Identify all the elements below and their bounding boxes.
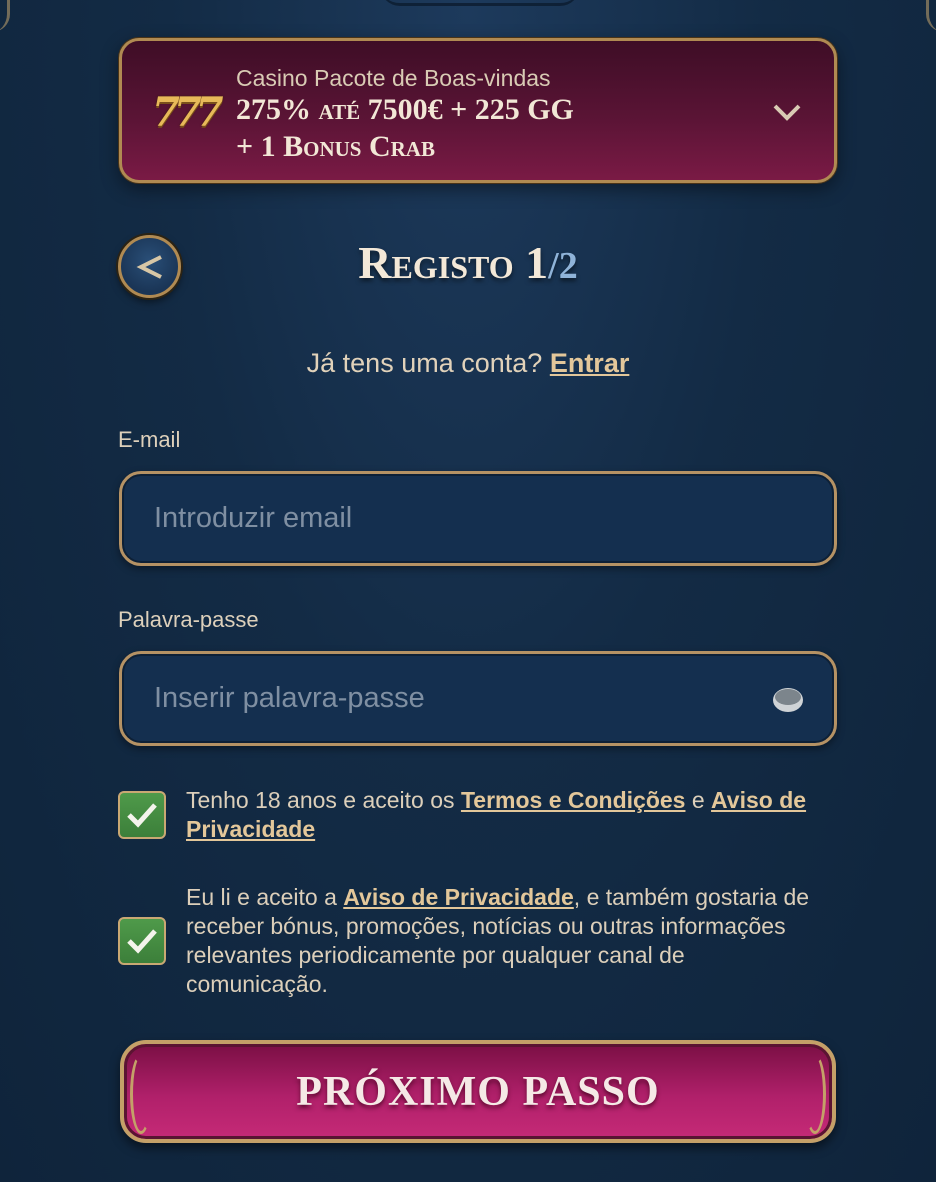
terms-link[interactable]: Termos e Condições	[461, 787, 686, 813]
login-prompt-text: Já tens uma conta?	[306, 348, 543, 378]
terms-prefix: Tenho 18 anos e aceito os	[186, 787, 455, 813]
button-flourish-left	[130, 1054, 152, 1134]
password-input[interactable]	[154, 654, 754, 743]
password-label: Palavra-passe	[118, 607, 259, 632]
page-title-text: Registo 1	[358, 237, 549, 288]
terms-checkbox[interactable]	[118, 791, 166, 839]
promo-title-line2: + 1 Bonus Crab	[236, 130, 435, 163]
next-step-button[interactable]: PRÓXIMO PASSO	[120, 1040, 836, 1143]
password-field[interactable]	[119, 651, 837, 746]
promo-title-line1: 275% até 7500€ + 225 GG	[236, 93, 574, 126]
marketing-prefix: Eu li e aceito a	[186, 884, 337, 910]
terms-and: e	[691, 787, 705, 813]
corner-decoration-right	[926, 0, 936, 32]
chevron-down-icon[interactable]	[772, 99, 802, 123]
checkmark-icon	[127, 803, 157, 828]
email-label: E-mail	[118, 427, 181, 452]
button-flourish-right	[804, 1054, 826, 1134]
step-total: /2	[548, 245, 578, 287]
marketing-checkbox[interactable]	[118, 917, 166, 965]
marketing-privacy-link[interactable]: Aviso de Privacidade	[343, 884, 574, 910]
welcome-package-banner[interactable]: 777 Casino Pacote de Boas-vindas 275% at…	[119, 38, 837, 183]
promo-title: 275% até 7500€ + 225 GG + 1 Bonus Crab	[236, 91, 756, 165]
email-field[interactable]	[119, 471, 837, 566]
slot-777-icon: 777	[152, 89, 224, 136]
email-input[interactable]	[154, 474, 754, 563]
corner-decoration-left	[0, 0, 10, 32]
page-title: Registo 1/2	[0, 236, 936, 289]
terms-consent-text: Tenho 18 anos e aceito os Termos e Condi…	[186, 786, 826, 844]
promo-subtitle: Casino Pacote de Boas-vindas	[236, 65, 551, 91]
top-decoration	[380, 0, 580, 6]
login-prompt: Já tens uma conta? Entrar	[0, 348, 936, 379]
login-link[interactable]: Entrar	[550, 348, 630, 378]
checkmark-icon	[127, 929, 157, 954]
eye-icon[interactable]	[772, 686, 804, 714]
marketing-consent-text: Eu li e aceito a Aviso de Privacidade, e…	[186, 883, 826, 999]
next-step-label: PRÓXIMO PASSO	[296, 1068, 660, 1115]
